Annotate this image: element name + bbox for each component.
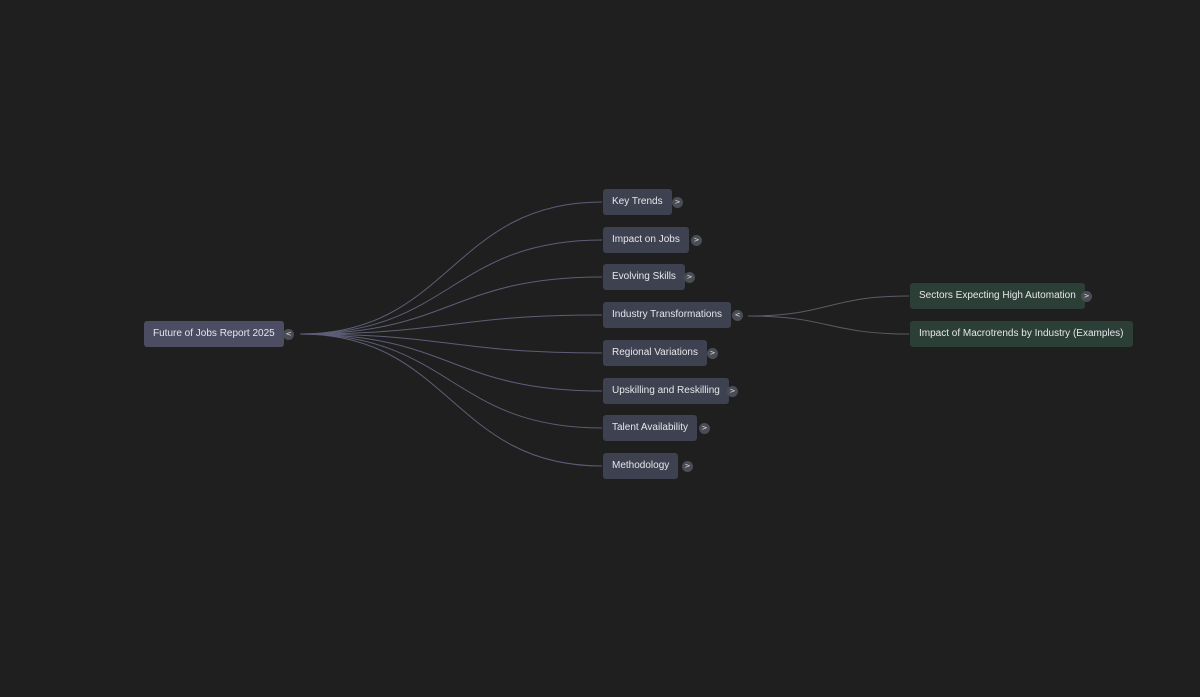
root-to-branch-edge	[299, 333, 603, 467]
root-collapse-toggle[interactable]: <	[283, 329, 294, 340]
branch-node-key-trends[interactable]: Key Trends	[603, 189, 672, 215]
branch-collapse-toggle[interactable]: <	[732, 310, 743, 321]
root-to-branch-edge	[299, 333, 603, 392]
root-to-branch-edge	[299, 333, 603, 429]
branch-node-regional-variations[interactable]: Regional Variations	[603, 340, 707, 366]
child-node-impact-of-macrotrends[interactable]: Impact of Macrotrends by Industry (Examp…	[910, 321, 1133, 347]
branch-node-industry-transformations[interactable]: Industry Transformations	[603, 302, 732, 328]
branch-expand-toggle[interactable]: >	[672, 197, 683, 208]
branch-expand-toggle[interactable]: >	[682, 461, 693, 472]
child-node-sectors-expecting-high-automation[interactable]: Sectors Expecting High Automation	[910, 283, 1085, 309]
branch-expand-toggle[interactable]: >	[707, 348, 718, 359]
branch-node-evolving-skills[interactable]: Evolving Skills	[603, 264, 685, 290]
root-to-branch-edge	[299, 276, 603, 335]
branch-node-talent-availability[interactable]: Talent Availability	[603, 415, 697, 441]
branch-to-child-edge	[747, 295, 910, 317]
root-to-branch-edge	[299, 314, 603, 335]
branch-expand-toggle[interactable]: >	[691, 235, 702, 246]
branch-expand-toggle[interactable]: >	[684, 272, 695, 283]
root-to-branch-edge	[299, 239, 603, 335]
root-to-branch-edge	[299, 201, 603, 335]
mindmap-canvas: Future of Jobs Report 2025 < Key Trends …	[0, 0, 1200, 697]
branch-node-methodology[interactable]: Methodology	[603, 453, 679, 479]
mindmap-edges	[299, 201, 910, 467]
root-to-branch-edge	[299, 333, 603, 354]
branch-node-impact-on-jobs[interactable]: Impact on Jobs	[603, 227, 689, 253]
child-expand-toggle[interactable]: >	[1081, 291, 1092, 302]
branch-to-child-edge	[747, 315, 910, 335]
branch-expand-toggle[interactable]: >	[699, 423, 710, 434]
branch-node-upskilling-and-reskilling[interactable]: Upskilling and Reskilling	[603, 378, 729, 404]
root-node[interactable]: Future of Jobs Report 2025	[144, 321, 284, 347]
branch-expand-toggle[interactable]: >	[727, 386, 738, 397]
